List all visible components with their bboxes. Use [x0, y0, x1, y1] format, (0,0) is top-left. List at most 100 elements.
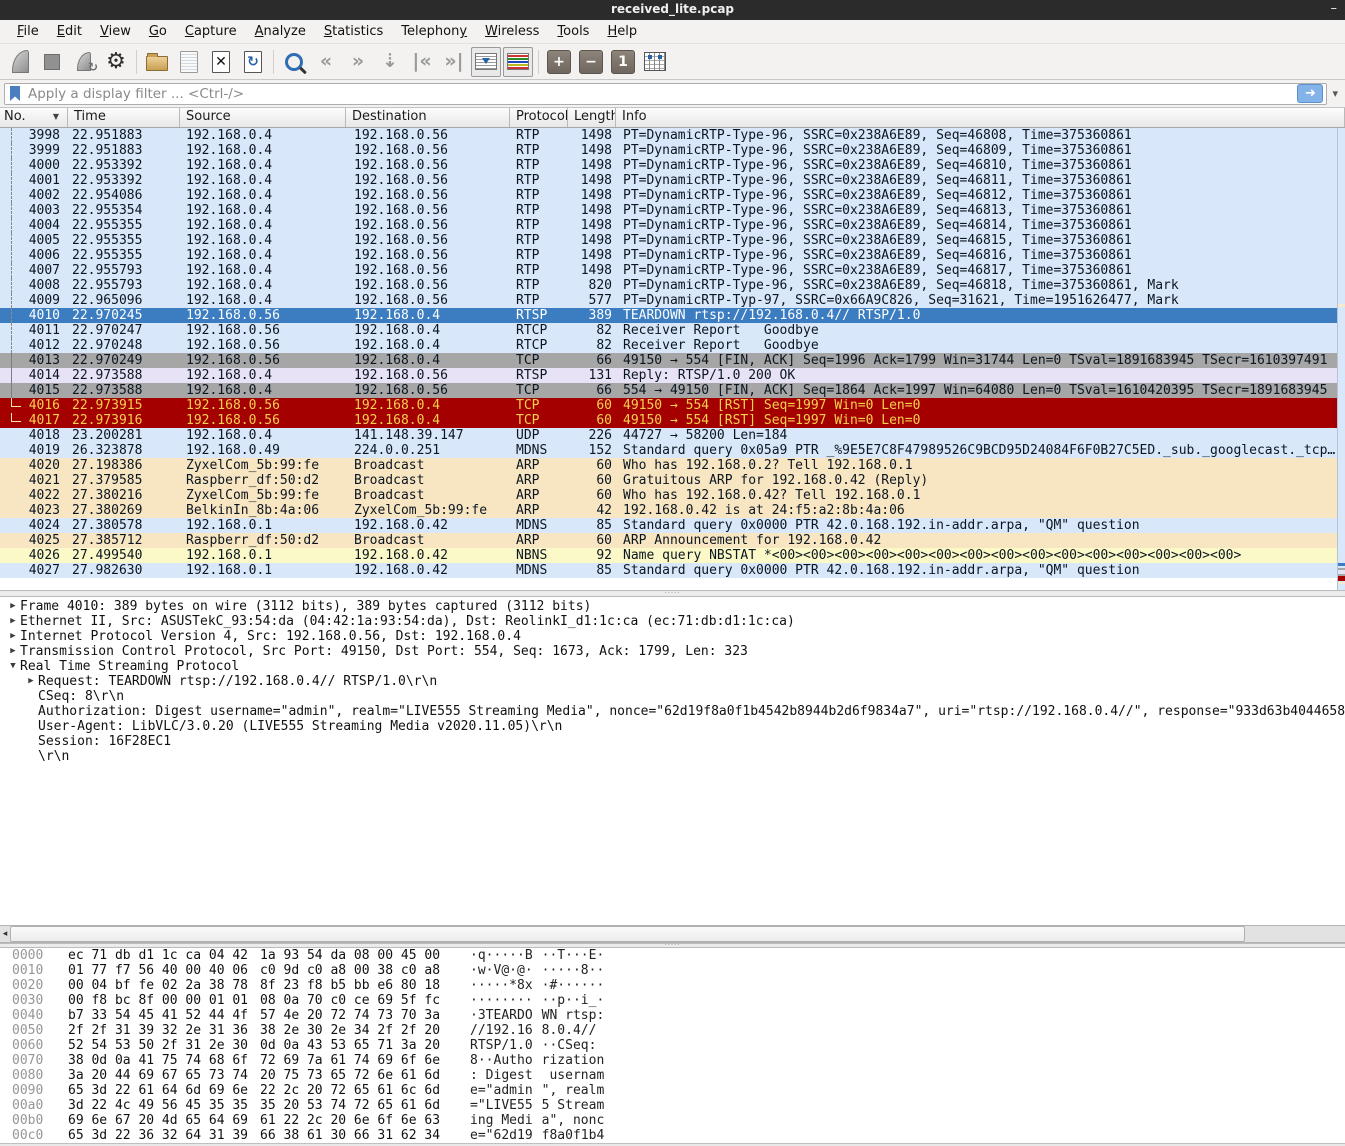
menu-view[interactable]: View — [91, 22, 140, 41]
hex-row[interactable]: 00c065 3d 22 36 32 64 31 3966 38 61 30 6… — [0, 1128, 1345, 1143]
capture-options-button[interactable]: ⚙ — [101, 47, 131, 77]
packet-row[interactable]: 400522.955355192.168.0.4192.168.0.56RTP1… — [0, 233, 1337, 248]
packet-row[interactable]: 402527.385712Raspberr_df:50:d2BroadcastA… — [0, 533, 1337, 548]
packet-row[interactable]: 400922.965096192.168.0.4192.168.0.56RTP5… — [0, 293, 1337, 308]
packet-row[interactable]: 401222.970248192.168.0.56192.168.0.4RTCP… — [0, 338, 1337, 353]
menu-capture[interactable]: Capture — [176, 22, 246, 41]
packet-row[interactable]: 401823.200281192.168.0.4141.148.39.147UD… — [0, 428, 1337, 443]
packet-row[interactable]: 400422.955355192.168.0.4192.168.0.56RTP1… — [0, 218, 1337, 233]
packet-row[interactable]: 402127.379585Raspberr_df:50:d2BroadcastA… — [0, 473, 1337, 488]
packet-row[interactable]: 402727.982630192.168.0.1192.168.0.42MDNS… — [0, 563, 1337, 578]
packet-row[interactable]: 400022.953392192.168.0.4192.168.0.56RTP1… — [0, 158, 1337, 173]
save-file-button[interactable] — [174, 47, 204, 77]
display-filter-input[interactable] — [26, 85, 1293, 103]
packet-row[interactable]: 399922.951883192.168.0.4192.168.0.56RTP1… — [0, 143, 1337, 158]
hex-row[interactable]: 0040b7 33 54 45 41 52 44 4f57 4e 20 72 7… — [0, 1008, 1345, 1023]
go-back-button[interactable]: « — [311, 47, 341, 77]
detail-line[interactable]: ▼Real Time Streaming Protocol — [0, 659, 1345, 674]
menu-wireless[interactable]: Wireless — [476, 22, 548, 41]
expander-collapsed-icon[interactable]: ▶ — [6, 644, 20, 659]
menu-help[interactable]: Help — [598, 22, 646, 41]
packet-row[interactable]: 399822.951883192.168.0.4192.168.0.56RTP1… — [0, 128, 1337, 143]
resize-columns-button[interactable] — [640, 47, 670, 77]
packet-row[interactable]: 400322.955354192.168.0.4192.168.0.56RTP1… — [0, 203, 1337, 218]
packet-row[interactable]: 401622.973915192.168.0.56192.168.0.4TCP6… — [0, 398, 1337, 413]
bookmark-icon[interactable] — [10, 86, 20, 101]
column-header-no[interactable]: No.▼ — [0, 108, 68, 127]
expander-expanded-icon[interactable]: ▼ — [6, 659, 20, 674]
hex-row[interactable]: 006052 54 53 50 2f 31 2e 300d 0a 43 53 6… — [0, 1038, 1345, 1053]
hex-row[interactable]: 00b069 6e 67 20 4d 65 64 6961 22 2c 20 6… — [0, 1113, 1345, 1128]
detail-line[interactable]: ▶Transmission Control Protocol, Src Port… — [0, 644, 1345, 659]
restart-capture-button[interactable] — [69, 47, 99, 77]
menu-tools[interactable]: Tools — [548, 22, 598, 41]
detail-line[interactable]: ▶Internet Protocol Version 4, Src: 192.1… — [0, 629, 1345, 644]
display-filter-field[interactable]: ➜ — [4, 83, 1327, 105]
open-file-button[interactable] — [142, 47, 172, 77]
minimize-button[interactable]: – — [1331, 1, 1338, 16]
column-header-info[interactable]: Info — [616, 108, 1345, 127]
menu-edit[interactable]: Edit — [48, 22, 91, 41]
go-forward-button[interactable]: » — [343, 47, 373, 77]
hex-row[interactable]: 009065 3d 22 61 64 6d 69 6e22 2c 20 72 6… — [0, 1083, 1345, 1098]
colorize-toggle[interactable] — [503, 47, 533, 77]
detail-line[interactable]: ▶Ethernet II, Src: ASUSTekC_93:54:da (04… — [0, 614, 1345, 629]
menu-file[interactable]: File — [8, 22, 48, 41]
reload-file-button[interactable]: ↻ — [238, 47, 268, 77]
auto-scroll-toggle[interactable] — [471, 47, 501, 77]
detail-line[interactable]: ▶Frame 4010: 389 bytes on wire (3112 bit… — [0, 599, 1345, 614]
start-capture-button[interactable] — [5, 47, 35, 77]
pane-splitter[interactable]: ····· — [0, 590, 1345, 597]
packet-row[interactable]: 401122.970247192.168.0.56192.168.0.4RTCP… — [0, 323, 1337, 338]
menu-statistics[interactable]: Statistics — [315, 22, 392, 41]
detail-line[interactable]: \r\n — [0, 749, 1345, 764]
menu-telephony[interactable]: Telephony — [392, 22, 476, 41]
menu-go[interactable]: Go — [140, 22, 176, 41]
hex-row[interactable]: 007038 0d 0a 41 75 74 68 6f72 69 7a 61 7… — [0, 1053, 1345, 1068]
find-packet-button[interactable] — [279, 47, 309, 77]
expander-collapsed-icon[interactable]: ▶ — [6, 629, 20, 644]
column-header-length[interactable]: Length — [568, 108, 616, 127]
stop-capture-button[interactable] — [37, 47, 67, 77]
scrollbar-track[interactable] — [1245, 926, 1345, 942]
expander-collapsed-icon[interactable]: ▶ — [6, 599, 20, 614]
hex-row[interactable]: 001001 77 f7 56 40 00 40 06c0 9d c0 a8 0… — [0, 963, 1345, 978]
packet-row[interactable]: 400722.955793192.168.0.4192.168.0.56RTP1… — [0, 263, 1337, 278]
hex-row[interactable]: 00803a 20 44 69 67 65 73 7420 75 73 65 7… — [0, 1068, 1345, 1083]
filter-dropdown-caret-icon[interactable]: ▾ — [1327, 87, 1341, 100]
packet-row[interactable]: 401522.973588192.168.0.4192.168.0.56TCP6… — [0, 383, 1337, 398]
detail-line[interactable]: ▶Request: TEARDOWN rtsp://192.168.0.4// … — [0, 674, 1345, 689]
hex-row[interactable]: 00502f 2f 31 39 32 2e 31 3638 2e 30 2e 3… — [0, 1023, 1345, 1038]
scrollbar-thumb[interactable] — [10, 926, 1245, 942]
first-packet-button[interactable]: |« — [407, 47, 437, 77]
column-header-source[interactable]: Source — [180, 108, 346, 127]
packet-row[interactable]: 401422.973588192.168.0.4192.168.0.56RTSP… — [0, 368, 1337, 383]
zoom-out-button[interactable]: − — [576, 47, 606, 77]
last-packet-button[interactable]: »| — [439, 47, 469, 77]
detail-line[interactable]: User-Agent: LibVLC/3.0.20 (LIVE555 Strea… — [0, 719, 1345, 734]
zoom-in-button[interactable]: + — [544, 47, 574, 77]
column-header-protocol[interactable]: Protocol — [510, 108, 568, 127]
detail-line[interactable]: CSeq: 8\r\n — [0, 689, 1345, 704]
packet-row[interactable]: 400622.955355192.168.0.4192.168.0.56RTP1… — [0, 248, 1337, 263]
packet-row[interactable]: 400122.953392192.168.0.4192.168.0.56RTP1… — [0, 173, 1337, 188]
packet-row[interactable]: 402227.380216ZyxelCom_5b:99:feBroadcastA… — [0, 488, 1337, 503]
detail-line[interactable]: Session: 16F28EC1 — [0, 734, 1345, 749]
detail-line[interactable]: Authorization: Digest username="admin", … — [0, 704, 1345, 719]
go-to-packet-button[interactable]: ⇣ — [375, 47, 405, 77]
packet-row[interactable]: 401022.970245192.168.0.56192.168.0.4RTSP… — [0, 308, 1337, 323]
packet-row[interactable]: 402427.380578192.168.0.1192.168.0.42MDNS… — [0, 518, 1337, 533]
packet-row[interactable]: 402027.198386ZyxelCom_5b:99:feBroadcastA… — [0, 458, 1337, 473]
column-header-destination[interactable]: Destination — [346, 108, 510, 127]
menu-analyze[interactable]: Analyze — [246, 22, 315, 41]
packet-list-scrollbar-minimap[interactable] — [1337, 128, 1345, 590]
packet-row[interactable]: 400222.954086192.168.0.4192.168.0.56RTP1… — [0, 188, 1337, 203]
apply-filter-button[interactable]: ➜ — [1297, 84, 1323, 103]
hex-row[interactable]: 0000ec 71 db d1 1c ca 04 421a 93 54 da 0… — [0, 948, 1345, 963]
packet-row[interactable]: 401322.970249192.168.0.56192.168.0.4TCP6… — [0, 353, 1337, 368]
close-file-button[interactable]: ✕ — [206, 47, 236, 77]
packet-row[interactable]: 400822.955793192.168.0.4192.168.0.56RTP8… — [0, 278, 1337, 293]
packet-row[interactable]: 402627.499540192.168.0.1192.168.0.42NBNS… — [0, 548, 1337, 563]
column-header-time[interactable]: Time — [68, 108, 180, 127]
packet-row[interactable]: 401926.323878192.168.0.49224.0.0.251MDNS… — [0, 443, 1337, 458]
